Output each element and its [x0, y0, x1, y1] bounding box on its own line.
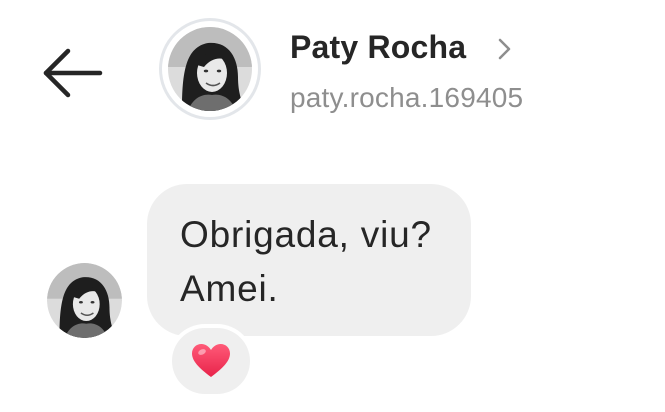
message-sender-avatar[interactable] — [47, 263, 122, 338]
message-reaction[interactable] — [172, 328, 250, 394]
message-bubble[interactable]: Obrigada, viu? Amei. — [147, 184, 471, 336]
message-text-line: Obrigada, viu? — [180, 214, 432, 255]
arrow-left-icon — [43, 48, 103, 98]
header-avatar[interactable] — [162, 21, 258, 117]
contact-name[interactable]: Paty Rocha — [290, 29, 466, 66]
heart-icon — [192, 344, 230, 377]
avatar-photo — [47, 263, 122, 338]
chevron-right-icon[interactable] — [497, 37, 513, 61]
back-button[interactable] — [36, 42, 112, 104]
avatar-photo — [168, 27, 252, 111]
contact-username: paty.rocha.169405 — [290, 82, 524, 113]
message-text-line: Amei. — [180, 268, 279, 309]
